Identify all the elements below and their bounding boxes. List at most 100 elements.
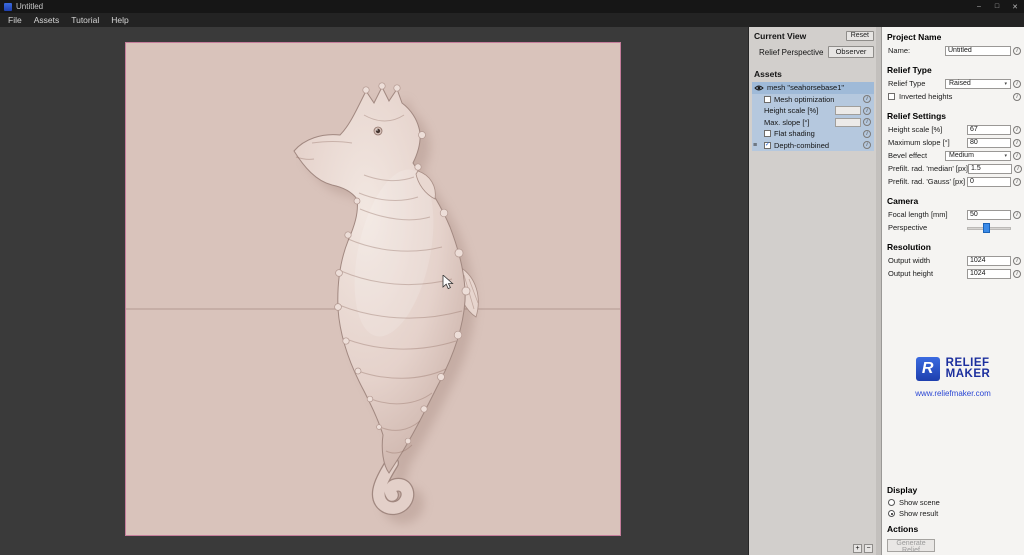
menu-bar: File Assets Tutorial Help	[0, 13, 1024, 27]
drag-handle-icon[interactable]: ≡	[753, 142, 757, 149]
close-icon[interactable]: ✕	[1006, 0, 1024, 13]
project-name-header: Project Name	[882, 27, 1024, 44]
output-width-row: Output width i	[882, 254, 1024, 267]
show-result-label: Show result	[899, 509, 938, 518]
asset-height-scale-label: Height scale [%]	[764, 106, 818, 115]
window-title: Untitled	[16, 2, 43, 11]
relief-type-row: Relief Type Raised ▾ i	[882, 77, 1024, 90]
prefilter-median-label: Prefilt. rad. 'median' [px]	[888, 164, 968, 173]
inverted-heights-checkbox[interactable]	[888, 93, 895, 100]
seahorse-model	[126, 43, 620, 535]
chevron-down-icon: ▾	[1004, 153, 1007, 159]
asset-height-scale-input	[835, 106, 861, 115]
height-scale-input[interactable]	[967, 125, 1011, 135]
flat-shading-checkbox[interactable]	[764, 130, 771, 137]
show-scene-radio[interactable]	[888, 499, 895, 506]
mouse-cursor-icon	[442, 275, 454, 290]
prefilter-gauss-row: Prefilt. rad. 'Gauss' [px] i	[882, 175, 1024, 188]
slider-handle[interactable]	[983, 223, 990, 233]
depth-combined-checkbox[interactable]: ✓	[764, 142, 771, 149]
brand-name: RELIEF MAKER	[946, 358, 991, 380]
mesh-optimization-checkbox[interactable]	[764, 96, 771, 103]
info-icon[interactable]: i	[1013, 211, 1021, 219]
observer-button[interactable]: Observer	[828, 46, 874, 58]
menu-help[interactable]: Help	[105, 14, 134, 26]
info-icon[interactable]: i	[1013, 257, 1021, 265]
info-icon[interactable]: i	[1013, 270, 1021, 278]
maximum-slope-input[interactable]	[967, 138, 1011, 148]
flat-shading-row: Flat shading i	[752, 128, 874, 140]
output-height-input[interactable]	[967, 269, 1011, 279]
info-icon[interactable]: i	[1013, 80, 1021, 88]
depth-combined-row: ≡ ✓ Depth-combined i	[752, 140, 874, 152]
maximize-icon[interactable]: □	[988, 0, 1006, 13]
bevel-effect-dropdown[interactable]: Medium ▾	[945, 151, 1011, 161]
project-name-input[interactable]	[945, 46, 1011, 56]
add-asset-button[interactable]: +	[853, 544, 862, 553]
generate-relief-button: Generate Relief	[887, 539, 935, 552]
output-width-label: Output width	[888, 256, 967, 265]
show-scene-row: Show scene	[882, 497, 1024, 508]
info-icon[interactable]: i	[863, 107, 871, 115]
asset-max-slope-label: Max. slope [°]	[764, 118, 810, 127]
relief-settings-header: Relief Settings	[882, 103, 1024, 123]
window-controls: – □ ✕	[970, 0, 1024, 13]
info-icon[interactable]: i	[1013, 93, 1021, 101]
show-result-radio[interactable]	[888, 510, 895, 517]
reliefmaker-logo: R RELIEF MAKER	[882, 357, 1024, 381]
info-icon[interactable]: i	[1013, 152, 1021, 160]
relief-type-dropdown[interactable]: Raised ▾	[945, 79, 1011, 89]
info-icon[interactable]: i	[863, 118, 871, 126]
current-view-header: Current View	[754, 31, 806, 41]
remove-asset-button[interactable]: −	[864, 544, 873, 553]
info-icon[interactable]: i	[1013, 126, 1021, 134]
app-icon	[4, 3, 12, 11]
prefilter-median-input[interactable]	[968, 164, 1012, 174]
relief-type-label: Relief Type	[888, 79, 945, 88]
prefilter-gauss-input[interactable]	[967, 177, 1011, 187]
menu-file[interactable]: File	[2, 14, 28, 26]
title-bar: Untitled – □ ✕	[0, 0, 1024, 13]
maximum-slope-label: Maximum slope [°]	[888, 138, 967, 147]
info-icon[interactable]: i	[1013, 178, 1021, 186]
focal-length-input[interactable]	[967, 210, 1011, 220]
asset-item-mesh[interactable]: mesh "seahorsebase1"	[752, 82, 874, 94]
height-scale-row: Height scale [%] i	[882, 123, 1024, 136]
menu-tutorial[interactable]: Tutorial	[65, 14, 105, 26]
maximum-slope-row: Maximum slope [°] i	[882, 136, 1024, 149]
info-icon[interactable]: i	[1013, 139, 1021, 147]
assets-header: Assets	[749, 60, 881, 81]
flat-shading-label: Flat shading	[774, 129, 815, 138]
view-mode-label: Relief Perspective	[759, 48, 823, 57]
visibility-eye-icon[interactable]	[754, 84, 764, 92]
prefilter-gauss-label: Prefilt. rad. 'Gauss' [px]	[888, 177, 967, 186]
info-icon[interactable]: i	[1014, 165, 1022, 173]
relief-type-value: Raised	[949, 80, 971, 87]
check-icon: ✓	[765, 142, 770, 148]
output-height-row: Output height i	[882, 267, 1024, 280]
reset-view-button[interactable]: Reset	[846, 31, 874, 41]
perspective-row: Perspective	[882, 221, 1024, 234]
inverted-heights-row: Inverted heights i	[882, 90, 1024, 103]
bevel-effect-value: Medium	[949, 152, 974, 159]
camera-header: Camera	[882, 188, 1024, 208]
output-width-input[interactable]	[967, 256, 1011, 266]
logo-icon: R	[916, 357, 940, 381]
3d-viewport[interactable]	[125, 42, 621, 536]
bevel-effect-row: Bevel effect Medium ▾ i	[882, 149, 1024, 162]
info-icon[interactable]: i	[863, 95, 871, 103]
workspace-background	[0, 27, 748, 555]
mesh-optimization-label: Mesh optimization	[774, 95, 834, 104]
brand-line2: MAKER	[946, 368, 991, 380]
minimize-icon[interactable]: –	[970, 0, 988, 13]
actions-header: Actions	[882, 519, 1024, 536]
scene-panel: Current View Reset Relief Perspective Ob…	[748, 27, 881, 555]
info-icon[interactable]: i	[863, 141, 871, 149]
info-icon[interactable]: i	[863, 130, 871, 138]
info-icon[interactable]: i	[1013, 47, 1021, 55]
website-link[interactable]: www.reliefmaker.com	[882, 389, 1024, 398]
chevron-down-icon: ▾	[1004, 81, 1007, 87]
menu-assets[interactable]: Assets	[28, 14, 66, 26]
asset-height-scale-row: Height scale [%] i	[752, 105, 874, 117]
perspective-slider[interactable]	[967, 223, 1011, 233]
